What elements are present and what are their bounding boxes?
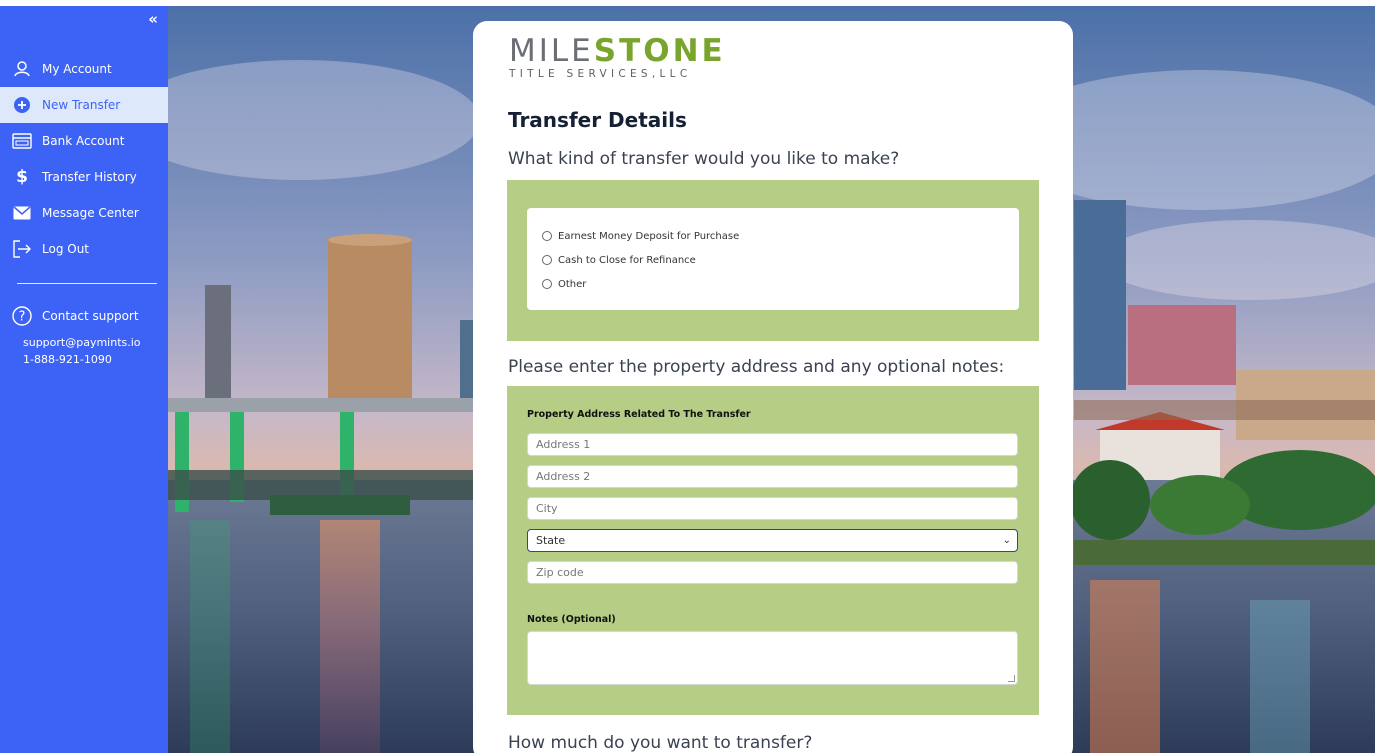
address-label: Property Address Related To The Transfer <box>527 409 751 420</box>
sidebar-nav: My Account New Transfer Bank Account $ T… <box>0 51 168 267</box>
sidebar-item-bank-account[interactable]: Bank Account <box>0 123 168 159</box>
sidebar-divider <box>17 283 157 284</box>
logo-stone: STONE <box>593 33 726 69</box>
logo-mile: MILE <box>509 33 594 69</box>
sidebar-item-message-center[interactable]: Message Center <box>0 195 168 231</box>
logo-subtitle: TITLE SERVICES,LLC <box>509 68 692 80</box>
sidebar: « My Account New Transfer Bank Account $… <box>0 6 168 753</box>
sidebar-item-my-account[interactable]: My Account <box>0 51 168 87</box>
transfer-card: MILESTONE TITLE SERVICES,LLC Transfer De… <box>473 21 1073 753</box>
notes-textarea[interactable] <box>527 631 1018 685</box>
contact-support-link[interactable]: ? Contact support <box>12 306 162 326</box>
transfer-type-section: Earnest Money Deposit for Purchase Cash … <box>507 180 1039 341</box>
address2-input[interactable]: Address 2 <box>527 465 1018 488</box>
bank-icon <box>12 131 32 151</box>
radio-label: Earnest Money Deposit for Purchase <box>558 230 740 242</box>
radio-earnest-money[interactable]: Earnest Money Deposit for Purchase <box>542 224 1019 248</box>
sidebar-item-log-out[interactable]: Log Out <box>0 231 168 267</box>
state-select[interactable]: State ⌄ <box>527 529 1018 552</box>
radio-label: Other <box>558 278 587 290</box>
address-question: Please enter the property address and an… <box>508 357 1005 377</box>
sidebar-item-label: Bank Account <box>42 134 125 148</box>
milestone-logo: MILESTONE TITLE SERVICES,LLC <box>509 35 726 80</box>
support-section: ? Contact support support@paymints.io 1-… <box>12 306 162 366</box>
zip-input[interactable]: Zip code <box>527 561 1018 584</box>
sidebar-item-label: My Account <box>42 62 112 76</box>
support-phone[interactable]: 1-888-921-1090 <box>23 353 162 366</box>
collapse-sidebar-button[interactable]: « <box>148 10 158 28</box>
amount-question: How much do you want to transfer? <box>508 733 813 753</box>
address-section: Property Address Related To The Transfer… <box>507 386 1039 715</box>
state-select-value: State <box>536 534 566 547</box>
help-icon: ? <box>12 306 32 326</box>
sidebar-item-transfer-history[interactable]: $ Transfer History <box>0 159 168 195</box>
radio-button[interactable] <box>542 231 552 241</box>
radio-button[interactable] <box>542 255 552 265</box>
radio-button[interactable] <box>542 279 552 289</box>
sidebar-item-new-transfer[interactable]: New Transfer <box>0 87 168 123</box>
sidebar-item-label: Log Out <box>42 242 90 256</box>
sidebar-item-label: Message Center <box>42 206 139 220</box>
logo-wordmark: MILESTONE <box>509 35 726 67</box>
page-title: Transfer Details <box>508 108 687 132</box>
sidebar-item-label: New Transfer <box>42 98 121 112</box>
notes-label: Notes (Optional) <box>527 614 616 625</box>
address1-input[interactable]: Address 1 <box>527 433 1018 456</box>
support-email[interactable]: support@paymints.io <box>23 336 162 349</box>
user-icon <box>12 59 32 79</box>
top-strip <box>0 0 1375 6</box>
city-input[interactable]: City <box>527 497 1018 520</box>
dollar-icon: $ <box>16 167 28 187</box>
chevron-down-icon: ⌄ <box>1002 535 1011 546</box>
sidebar-item-label: Transfer History <box>42 170 137 184</box>
plus-circle-icon <box>12 95 32 115</box>
radio-cash-to-close[interactable]: Cash to Close for Refinance <box>542 248 1019 272</box>
logout-icon <box>12 239 32 259</box>
resize-handle-icon[interactable] <box>1008 675 1015 682</box>
svg-text:?: ? <box>19 310 26 325</box>
contact-support-label: Contact support <box>42 309 139 323</box>
transfer-type-options: Earnest Money Deposit for Purchase Cash … <box>527 208 1019 310</box>
transfer-type-question: What kind of transfer would you like to … <box>508 149 900 169</box>
radio-label: Cash to Close for Refinance <box>558 254 696 266</box>
radio-other[interactable]: Other <box>542 272 1019 296</box>
mail-icon <box>12 203 32 223</box>
